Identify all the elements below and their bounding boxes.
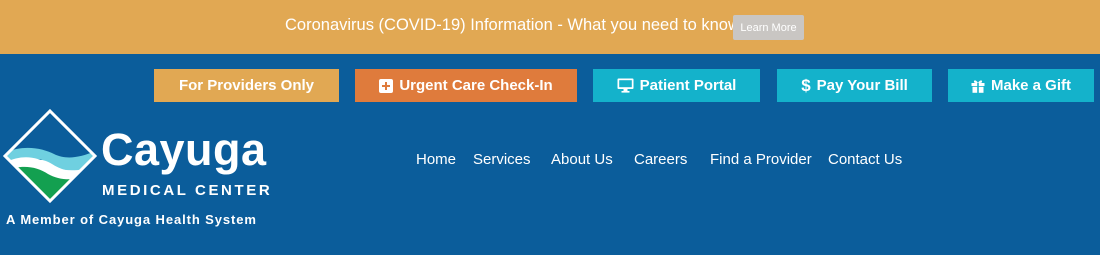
nav-home[interactable]: Home	[416, 152, 456, 167]
pay-bill-label: Pay Your Bill	[816, 77, 908, 94]
logo-tagline: A Member of Cayuga Health System	[6, 212, 257, 227]
patient-portal-label: Patient Portal	[639, 77, 737, 94]
monitor-icon	[617, 78, 634, 93]
logo-name[interactable]: Cayuga	[101, 127, 267, 172]
pay-bill-button[interactable]: $ Pay Your Bill	[777, 69, 932, 102]
for-providers-button[interactable]: For Providers Only	[154, 69, 339, 102]
gift-icon	[971, 79, 985, 93]
patient-portal-button[interactable]: Patient Portal	[593, 69, 760, 102]
for-providers-label: For Providers Only	[178, 77, 315, 94]
cayuga-logo-icon[interactable]	[2, 108, 98, 204]
plus-square-icon	[379, 78, 394, 93]
nav-find-a-provider[interactable]: Find a Provider	[710, 152, 812, 167]
nav-about-us[interactable]: About Us	[551, 152, 613, 167]
make-gift-label: Make a Gift	[990, 77, 1072, 94]
urgent-care-label: Urgent Care Check-In	[399, 77, 553, 94]
nav-careers[interactable]: Careers	[634, 152, 687, 167]
urgent-care-checkin-button[interactable]: Urgent Care Check-In	[355, 69, 577, 102]
dollar-icon: $	[801, 75, 811, 95]
nav-services[interactable]: Services	[473, 152, 531, 167]
covid-alert-message[interactable]: Coronavirus (COVID-19) Information - Wha…	[285, 16, 740, 35]
learn-more-button[interactable]: Learn More	[733, 15, 804, 40]
nav-contact-us[interactable]: Contact Us	[828, 152, 902, 167]
logo-subtitle: MEDICAL CENTER	[102, 182, 273, 199]
make-gift-button[interactable]: Make a Gift	[948, 69, 1094, 102]
